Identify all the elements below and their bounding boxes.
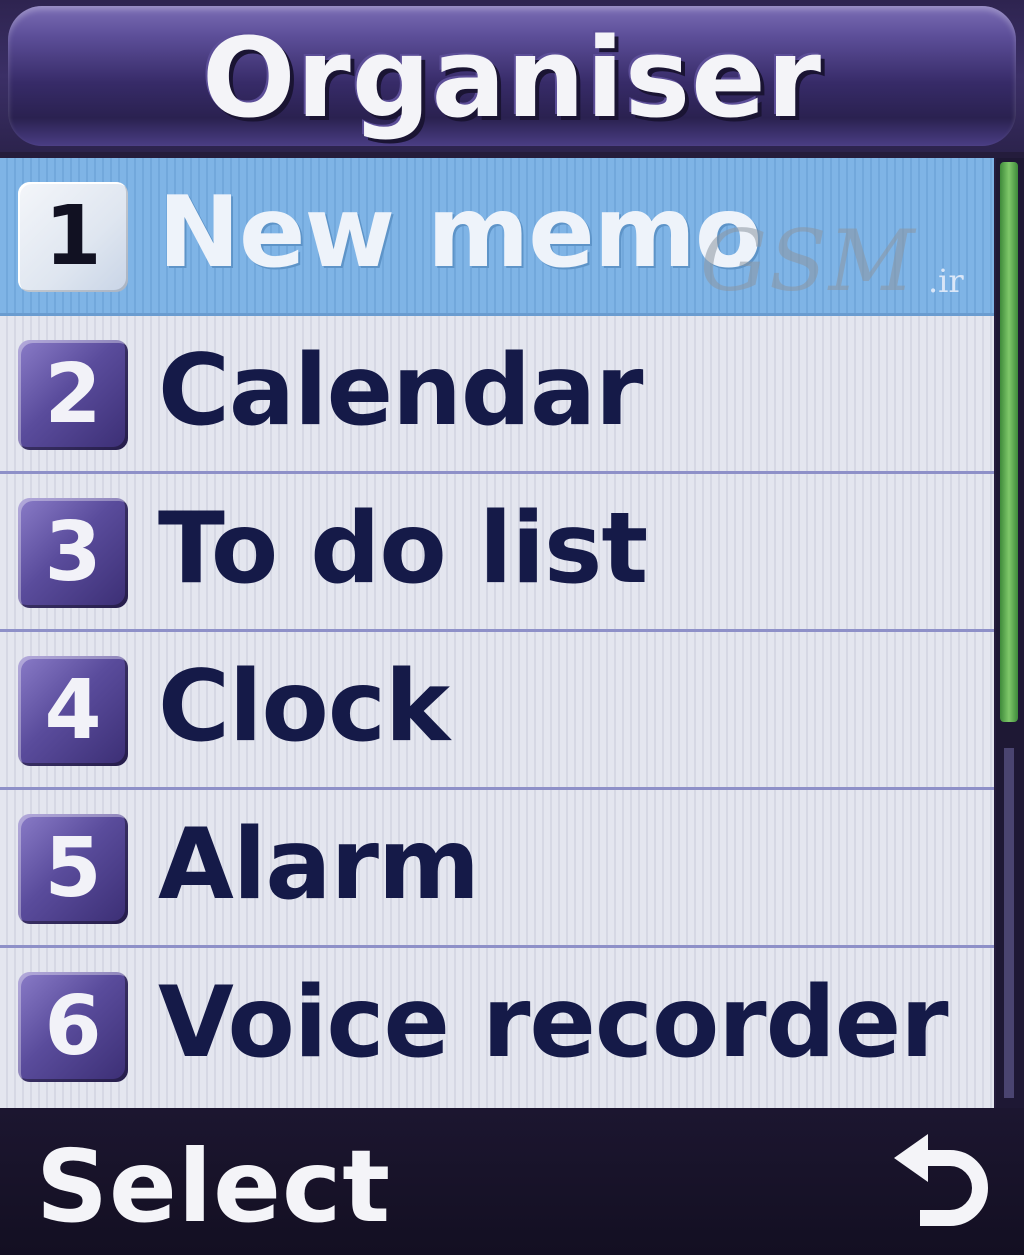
menu-item-label: Calendar (158, 334, 643, 448)
menu-item-clock[interactable]: 4 Clock (0, 632, 994, 790)
scrollbar-thumb[interactable] (1000, 162, 1018, 722)
menu-item-number: 4 (18, 656, 128, 766)
softkey-bar: Select (0, 1108, 1024, 1255)
menu-item-label: Clock (158, 650, 450, 764)
watermark-logo: GSM (700, 212, 917, 310)
menu-item-alarm[interactable]: 5 Alarm (0, 790, 994, 948)
menu-item-to-do-list[interactable]: 3 To do list (0, 474, 994, 632)
menu-item-number: 3 (18, 498, 128, 608)
organiser-menu-list: 1 New memo GSM .ir 2 Calendar 3 To do li… (0, 158, 994, 1108)
scrollbar-track (1004, 748, 1014, 1098)
menu-item-number: 5 (18, 814, 128, 924)
title-bar: Organiser (0, 0, 1024, 152)
back-arrow-icon[interactable] (888, 1130, 992, 1234)
menu-item-label: To do list (158, 492, 648, 606)
menu-item-new-memo[interactable]: 1 New memo GSM .ir (0, 158, 994, 316)
scrollbar[interactable] (996, 158, 1024, 1108)
menu-item-label: New memo (158, 176, 762, 290)
menu-item-number: 1 (18, 182, 128, 292)
screen-title: Organiser (201, 14, 823, 142)
watermark-suffix: .ir (928, 262, 964, 300)
menu-item-number: 6 (18, 972, 128, 1082)
menu-item-voice-recorder[interactable]: 6 Voice recorder (0, 948, 994, 1108)
organiser-screen: Organiser 1 New memo GSM .ir 2 Calendar … (0, 0, 1024, 1255)
menu-item-number: 2 (18, 340, 128, 450)
menu-item-label: Alarm (158, 808, 480, 922)
menu-item-label: Voice recorder (158, 966, 949, 1080)
menu-item-calendar[interactable]: 2 Calendar (0, 316, 994, 474)
select-softkey[interactable]: Select (36, 1128, 391, 1245)
